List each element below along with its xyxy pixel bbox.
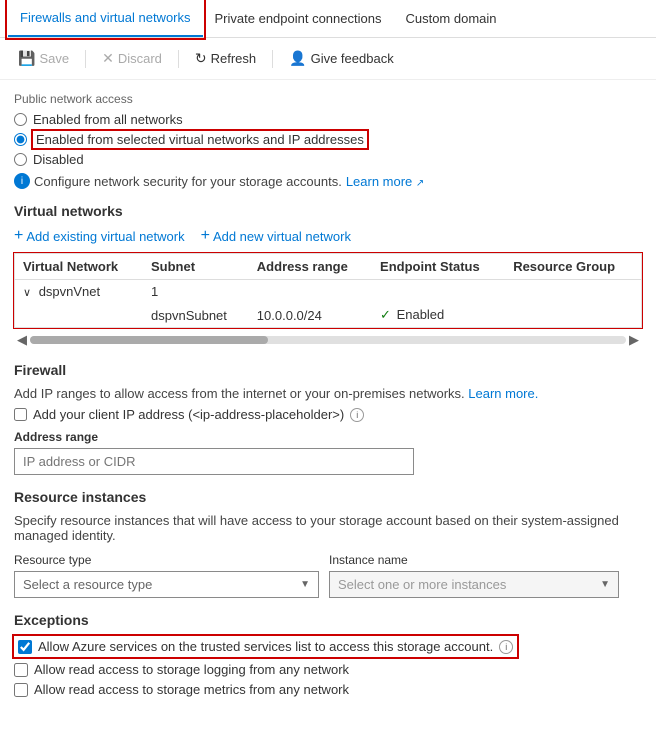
client-ip-checkbox[interactable] bbox=[14, 408, 27, 421]
exception-checkbox-2[interactable] bbox=[14, 683, 28, 697]
resource-group bbox=[505, 280, 641, 304]
instance-name-col: Instance name Select one or more instanc… bbox=[329, 553, 619, 598]
col-vnet: Virtual Network bbox=[15, 254, 144, 280]
address-range-label: Address range bbox=[14, 430, 642, 444]
radio-selected-input[interactable] bbox=[14, 133, 27, 146]
toolbar-separator-3 bbox=[272, 50, 273, 68]
public-network-options: Enabled from all networks Enabled from s… bbox=[14, 112, 642, 167]
save-button[interactable]: 💾 Save bbox=[10, 46, 77, 71]
resource-instances-description: Specify resource instances that will hav… bbox=[14, 513, 642, 543]
address-range-input[interactable] bbox=[14, 448, 414, 475]
tab-firewalls[interactable]: Firewalls and virtual networks bbox=[8, 0, 203, 37]
child-address: 10.0.0.0/24 bbox=[249, 303, 372, 328]
feedback-icon: 👤 bbox=[289, 50, 306, 67]
resource-type-chevron: ▼ bbox=[300, 579, 310, 590]
child-rg bbox=[505, 303, 641, 328]
network-info-row: i Configure network security for your st… bbox=[14, 173, 642, 189]
discard-button[interactable]: ✕ Discard bbox=[94, 46, 170, 71]
child-status: ✓ Enabled bbox=[372, 303, 505, 328]
public-network-label: Public network access bbox=[14, 92, 642, 106]
radio-disabled[interactable]: Disabled bbox=[14, 152, 642, 167]
table-row[interactable]: ∨ dspvnVnet 1 bbox=[15, 280, 642, 304]
subnet-count: 1 bbox=[143, 280, 249, 304]
scroll-left-arrow[interactable]: ◀ bbox=[14, 332, 30, 348]
toolbar-separator-1 bbox=[85, 50, 86, 68]
radio-all-input[interactable] bbox=[14, 113, 27, 126]
instance-chevron: ▼ bbox=[600, 579, 610, 590]
col-address: Address range bbox=[249, 254, 372, 280]
virtual-networks-title: Virtual networks bbox=[14, 203, 642, 219]
client-ip-checkbox-item: Add your client IP address (<ip-address-… bbox=[14, 407, 642, 422]
tab-private-endpoints[interactable]: Private endpoint connections bbox=[203, 1, 394, 36]
external-link-icon: ↗ bbox=[416, 178, 424, 189]
horizontal-scrollbar[interactable]: ◀ ▶ bbox=[14, 332, 642, 348]
resource-type-col: Resource type Select a resource type ▼ bbox=[14, 553, 319, 598]
table-header-row: Virtual Network Subnet Address range End… bbox=[15, 254, 642, 280]
vnet-name: ∨ dspvnVnet bbox=[15, 280, 144, 304]
instance-name-select[interactable]: Select one or more instances ▼ bbox=[329, 571, 619, 598]
toolbar: 💾 Save ✕ Discard ↻ Refresh 👤 Give feedba… bbox=[0, 38, 656, 80]
exception-item-outlined: Allow Azure services on the trusted serv… bbox=[14, 636, 517, 657]
plus-icon-new: + bbox=[201, 227, 210, 245]
feedback-button[interactable]: 👤 Give feedback bbox=[281, 46, 402, 71]
resource-type-select[interactable]: Select a resource type ▼ bbox=[14, 571, 319, 598]
col-subnet: Subnet bbox=[143, 254, 249, 280]
exception-item-2: Allow read access to storage metrics fro… bbox=[14, 682, 642, 697]
table-row[interactable]: dspvnSubnet 10.0.0.0/24 ✓ Enabled bbox=[15, 303, 642, 328]
scroll-right-arrow[interactable]: ▶ bbox=[626, 332, 642, 348]
client-ip-info-button[interactable]: i bbox=[350, 408, 364, 422]
resource-instances-title: Resource instances bbox=[14, 489, 642, 505]
exception-checkbox-1[interactable] bbox=[14, 663, 28, 677]
add-new-vnet-link[interactable]: + Add new virtual network bbox=[201, 227, 351, 245]
firewall-learn-more[interactable]: Learn more. bbox=[468, 386, 538, 401]
radio-all-networks[interactable]: Enabled from all networks bbox=[14, 112, 642, 127]
exception-item-1: Allow read access to storage logging fro… bbox=[14, 662, 642, 677]
main-content: Public network access Enabled from all n… bbox=[0, 80, 656, 714]
firewall-description: Add IP ranges to allow access from the i… bbox=[14, 386, 642, 401]
col-rg: Resource Group bbox=[505, 254, 641, 280]
tab-custom-domain[interactable]: Custom domain bbox=[393, 1, 508, 36]
scroll-track[interactable] bbox=[30, 336, 626, 344]
add-network-actions: + Add existing virtual network + Add new… bbox=[14, 227, 642, 245]
exceptions-title: Exceptions bbox=[14, 612, 642, 628]
refresh-icon: ↻ bbox=[195, 50, 207, 67]
instance-name-label: Instance name bbox=[329, 553, 619, 567]
child-subnet: dspvnSubnet bbox=[143, 303, 249, 328]
child-vnet bbox=[15, 303, 144, 328]
info-icon: i bbox=[14, 173, 30, 189]
endpoint-status bbox=[372, 280, 505, 304]
discard-icon: ✕ bbox=[102, 50, 114, 67]
check-icon: ✓ bbox=[380, 307, 391, 322]
plus-icon-existing: + bbox=[14, 227, 23, 245]
exception-checkbox-0[interactable] bbox=[18, 640, 32, 654]
toolbar-separator-2 bbox=[178, 50, 179, 68]
scroll-thumb[interactable] bbox=[30, 336, 268, 344]
firewall-section: Firewall Add IP ranges to allow access f… bbox=[14, 362, 642, 475]
exception-info-button-0[interactable]: i bbox=[499, 640, 513, 654]
radio-disabled-input[interactable] bbox=[14, 153, 27, 166]
public-network-section: Public network access Enabled from all n… bbox=[14, 92, 642, 189]
refresh-button[interactable]: ↻ Refresh bbox=[187, 46, 264, 71]
vnet-table: Virtual Network Subnet Address range End… bbox=[14, 253, 642, 328]
save-icon: 💾 bbox=[18, 50, 35, 67]
resource-row: Resource type Select a resource type ▼ I… bbox=[14, 553, 642, 598]
resource-type-label: Resource type bbox=[14, 553, 319, 567]
resource-instances-section: Resource instances Specify resource inst… bbox=[14, 489, 642, 598]
add-existing-vnet-link[interactable]: + Add existing virtual network bbox=[14, 227, 185, 245]
tab-bar: Firewalls and virtual networks Private e… bbox=[0, 0, 656, 38]
expand-icon: ∨ bbox=[23, 287, 31, 299]
exceptions-section: Exceptions Allow Azure services on the t… bbox=[14, 612, 642, 697]
address-range bbox=[249, 280, 372, 304]
radio-selected-networks[interactable]: Enabled from selected virtual networks a… bbox=[14, 131, 642, 148]
learn-more-link[interactable]: Learn more ↗ bbox=[346, 174, 425, 189]
col-status: Endpoint Status bbox=[372, 254, 505, 280]
firewall-title: Firewall bbox=[14, 362, 642, 378]
